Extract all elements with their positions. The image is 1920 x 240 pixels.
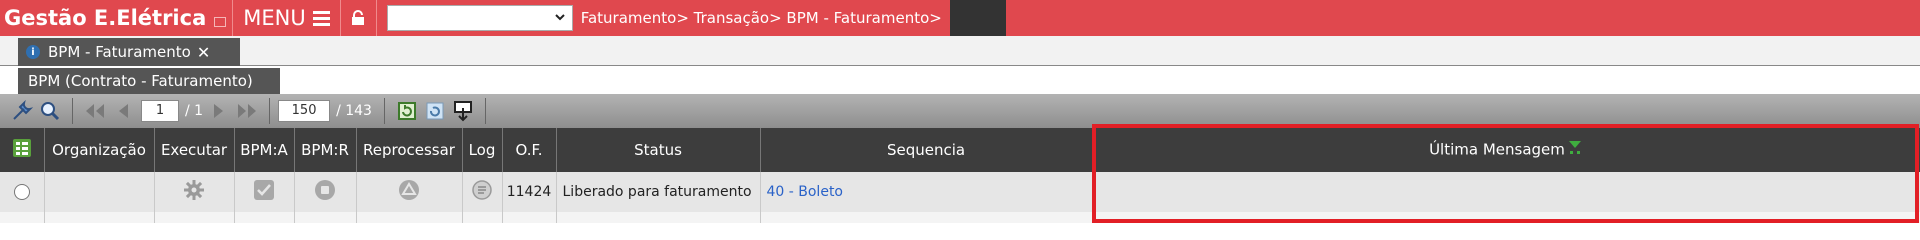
cell-bpm-a[interactable] [234,172,295,212]
row-radio[interactable] [13,184,30,200]
info-icon: i [26,45,40,59]
module-select[interactable] [386,5,573,31]
column-header-log[interactable]: Log [462,128,503,172]
checkbox-icon[interactable] [253,179,275,201]
cell-ultima-mensagem [1092,172,1920,212]
column-header-label: Última Mensagem [1429,140,1565,159]
reprocess-icon[interactable] [398,179,420,201]
column-header-ultima-mensagem[interactable]: Última Mensagem [1092,128,1920,172]
grid-toolbar: 1 / 1 150 / 143 [0,94,1920,128]
column-header-bpm-a[interactable]: BPM:A [234,128,295,172]
log-icon[interactable] [471,179,493,201]
tools-icon[interactable] [8,97,36,125]
menu-button[interactable]: MENU [233,0,341,36]
close-icon[interactable]: ✕ [197,43,210,62]
subtab-contrato-faturamento[interactable]: BPM (Contrato - Faturamento) [18,68,280,94]
column-header-bpm-r[interactable]: BPM:R [294,128,357,172]
cell-reprocessar[interactable] [356,172,463,212]
topbar-spacer [949,0,1006,36]
row-select-cell[interactable] [0,172,45,212]
gear-icon[interactable] [183,179,205,201]
lock-button[interactable] [341,0,377,36]
last-page-icon[interactable] [233,97,261,125]
menu-label: MENU [243,6,306,30]
subtab-label: BPM (Contrato - Faturamento) [28,72,253,90]
column-header-status[interactable]: Status [556,128,761,172]
tab-label: BPM - Faturamento [48,43,191,61]
cell-of: 11424 [502,172,557,212]
reload-icon[interactable] [421,97,449,125]
column-header-of[interactable]: O.F. [502,128,557,172]
toolbar-separator [484,98,486,124]
export-icon[interactable] [449,97,477,125]
app-brand[interactable]: Gestão E.Elétrica [0,0,234,36]
column-selector[interactable] [0,128,45,172]
next-page-icon[interactable] [205,97,233,125]
cell-bpm-r[interactable] [294,172,357,212]
column-header-executar[interactable]: Executar [154,128,235,172]
breadcrumb[interactable]: Faturamento> Transação> BPM - Faturament… [572,0,950,36]
column-header-reprocessar[interactable]: Reprocessar [356,128,463,172]
top-bar: Gestão E.Elétrica MENU Faturamento> Tran… [0,0,1920,36]
prev-page-icon[interactable] [109,97,137,125]
bpm-grid: Organização Executar BPM:A BPM:R Reproce… [0,128,1920,223]
grid-header-row: Organização Executar BPM:A BPM:R Reproce… [0,128,1920,172]
cell-sequencia[interactable]: 40 - Boleto [760,172,1093,212]
search-icon[interactable] [36,97,64,125]
app-title: Gestão E.Elétrica [4,6,207,30]
hamburger-icon [312,10,330,26]
first-page-icon[interactable] [81,97,109,125]
sort-icon[interactable] [1567,138,1583,162]
cell-organizacao [44,172,155,212]
table-row[interactable]: 11424 Liberado para faturamento 40 - Bol… [0,172,1920,212]
rows-per-page-input[interactable]: 150 [278,100,331,122]
rows-total: / 143 [336,103,372,119]
tab-bpm-faturamento[interactable]: i BPM - Faturamento ✕ [18,38,240,66]
column-header-sequencia[interactable]: Sequencia [760,128,1093,172]
lock-icon [352,10,365,25]
toolbar-separator [269,98,271,124]
toolbar-separator [72,98,73,124]
column-header-organizacao[interactable]: Organização [44,128,155,172]
page-total: / 1 [185,103,204,119]
chevron-down-icon [555,14,565,21]
stop-icon[interactable] [314,179,336,201]
toolbar-separator [383,98,385,124]
cell-status: Liberado para faturamento [556,172,761,212]
refresh-icon[interactable] [393,97,421,125]
tab-strip: i BPM - Faturamento ✕ [0,36,1920,66]
cell-log[interactable] [462,172,503,212]
page-input[interactable]: 1 [141,100,179,122]
column-chooser-icon [12,139,31,157]
sequencia-link[interactable]: 40 - Boleto [767,184,844,200]
cell-executar[interactable] [154,172,235,212]
table-row [0,212,1920,223]
collapse-icon[interactable] [214,17,227,27]
